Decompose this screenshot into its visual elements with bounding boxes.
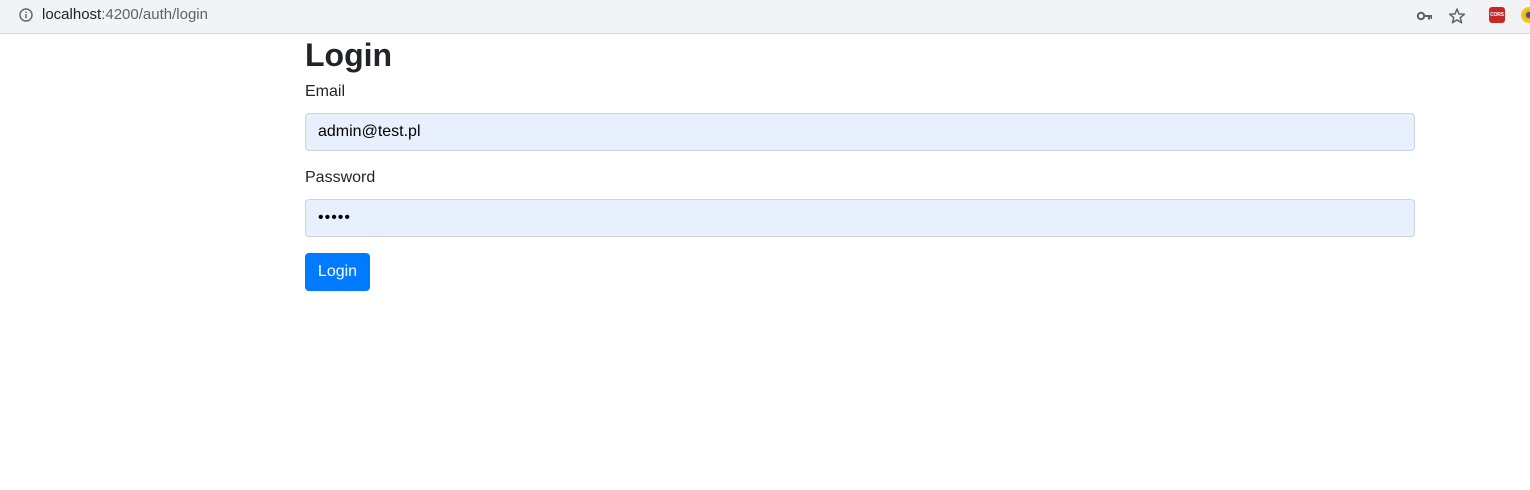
cors-extension-icon[interactable]: CORS <box>1489 7 1505 23</box>
address-bar[interactable]: localhost:4200/auth/login <box>42 6 208 24</box>
star-icon[interactable] <box>1448 7 1466 25</box>
email-label: Email <box>305 83 346 100</box>
page-title: Login <box>305 37 393 73</box>
extension-icon[interactable] <box>1521 7 1530 23</box>
email-field[interactable] <box>305 113 1415 151</box>
password-label: Password <box>305 169 376 186</box>
browser-toolbar: localhost:4200/auth/login CORS <box>0 0 1530 34</box>
url-path: :4200/auth/login <box>101 6 208 23</box>
info-icon[interactable] <box>19 8 33 22</box>
key-icon[interactable] <box>1416 7 1434 25</box>
password-field[interactable] <box>305 199 1415 237</box>
login-button[interactable]: Login <box>305 253 370 291</box>
url-host: localhost <box>42 6 102 23</box>
